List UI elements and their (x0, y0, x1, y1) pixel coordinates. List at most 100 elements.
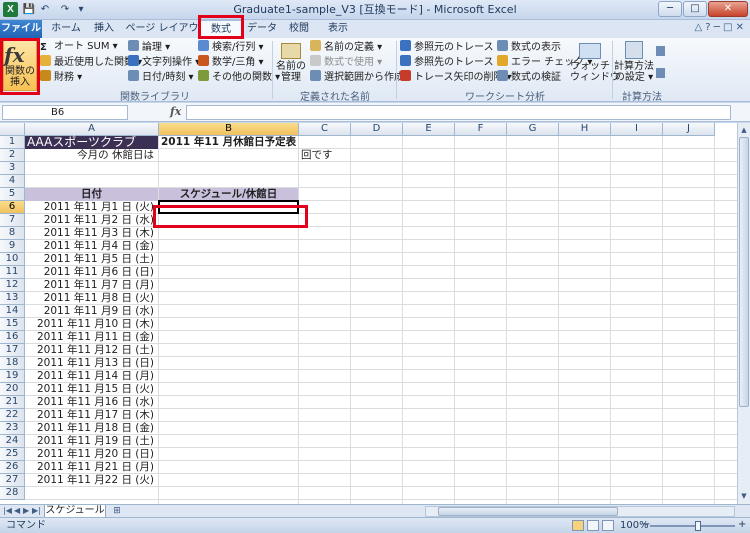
cell-a25[interactable]: 2011 年11 月20 日 (日) (25, 448, 158, 461)
last-sheet-icon[interactable]: ▶| (32, 506, 41, 515)
cell-a17[interactable]: 2011 年11 月12 日 (土) (25, 344, 158, 357)
row-header-10[interactable]: 10 (0, 253, 25, 266)
remove-arrows-button[interactable]: トレース矢印の削除 ▾ (400, 70, 512, 85)
trace-precedents-button[interactable]: 参照元のトレース (400, 40, 494, 55)
use-in-formula-button[interactable]: 数式で使用 ▾ (310, 55, 382, 70)
row-header-6[interactable]: 6 (0, 201, 25, 214)
row-header-24[interactable]: 24 (0, 435, 25, 448)
column-header-g[interactable]: G (507, 123, 559, 136)
row-header-20[interactable]: 20 (0, 383, 25, 396)
cell-a20[interactable]: 2011 年11 月15 日 (火) (25, 383, 158, 396)
row-header-2[interactable]: 2 (0, 149, 25, 162)
tab-data[interactable]: データ (244, 20, 280, 38)
row-header-25[interactable]: 25 (0, 448, 25, 461)
cell-a5[interactable]: 日付 (25, 188, 158, 201)
formula-input[interactable] (186, 105, 731, 120)
page-break-view-icon[interactable] (602, 520, 614, 531)
column-header-b[interactable]: B (159, 123, 299, 136)
close-button[interactable]: ✕ (708, 1, 748, 17)
name-box[interactable]: B6 (2, 105, 128, 120)
tab-file[interactable]: ファイル (0, 20, 42, 38)
show-formulas-button[interactable]: 数式の表示 (497, 40, 561, 55)
cell-a13[interactable]: 2011 年11 月8 日 (火) (25, 292, 158, 305)
zoom-in-button[interactable]: + (738, 517, 746, 532)
row-header-21[interactable]: 21 (0, 396, 25, 409)
tab-formulas[interactable]: 数式 (200, 20, 242, 38)
horizontal-scroll-thumb[interactable] (438, 507, 618, 516)
tab-page-layout[interactable]: ページ レイアウト (124, 20, 200, 52)
calc-sheet-icon[interactable] (656, 68, 665, 78)
first-sheet-icon[interactable]: |◀ (3, 506, 12, 515)
cell-b1[interactable]: 2011 年11 月休館日予定表 (159, 136, 309, 149)
row-header-28[interactable]: 28 (0, 487, 25, 500)
row-header-4[interactable]: 4 (0, 175, 25, 188)
prev-sheet-icon[interactable]: ◀ (14, 506, 20, 515)
cell-a6[interactable]: 2011 年11 月1 日 (火) (25, 201, 158, 214)
zoom-slider-track[interactable] (650, 525, 735, 527)
name-manager-button[interactable]: 名前の 管理 (276, 43, 306, 83)
tab-view[interactable]: 表示 (320, 20, 356, 38)
row-header-17[interactable]: 17 (0, 344, 25, 357)
cell-a8[interactable]: 2011 年11 月3 日 (木) (25, 227, 158, 240)
next-sheet-icon[interactable]: ▶ (23, 506, 29, 515)
cell-c2[interactable]: 回です (299, 149, 350, 162)
column-header-i[interactable]: I (611, 123, 663, 136)
normal-view-icon[interactable] (572, 520, 584, 531)
cell-a22[interactable]: 2011 年11 月17 日 (木) (25, 409, 158, 422)
worksheet-grid[interactable]: A B C D E F G H I J 1 2 3 4 5 6 7 8 9 10 11 12 13 14 15 16 17 18 19 2… (0, 123, 737, 504)
lookup-button[interactable]: 検索/行列 ▾ (198, 40, 264, 55)
tab-insert[interactable]: 挿入 (88, 20, 120, 38)
row-header-11[interactable]: 11 (0, 266, 25, 279)
column-header-c[interactable]: C (299, 123, 351, 136)
row-header-9[interactable]: 9 (0, 240, 25, 253)
recent-functions-button[interactable]: 最近使用した関数 ▾ (40, 55, 142, 70)
cell-a19[interactable]: 2011 年11 月14 日 (月) (25, 370, 158, 383)
cell-a26[interactable]: 2011 年11 月21 日 (月) (25, 461, 158, 474)
datetime-button[interactable]: 日付/時刻 ▾ (128, 70, 194, 85)
minimize-button[interactable]: ─ (658, 1, 682, 17)
cell-a15[interactable]: 2011 年11 月10 日 (木) (25, 318, 158, 331)
calc-options-button[interactable]: 計算方法 の設定 ▾ (614, 41, 654, 83)
active-cell-b6[interactable] (158, 200, 299, 214)
vertical-scrollbar[interactable]: ▲ ▼ (737, 123, 750, 504)
more-functions-button[interactable]: その他の関数 ▾ (198, 70, 280, 85)
cell-a23[interactable]: 2011 年11 月18 日 (金) (25, 422, 158, 435)
add-sheet-icon[interactable]: ⊞ (110, 506, 124, 517)
select-all-corner[interactable] (0, 123, 25, 136)
row-header-1[interactable]: 1 (0, 136, 25, 149)
cell-a14[interactable]: 2011 年11 月9 日 (水) (25, 305, 158, 318)
zoom-slider-knob[interactable] (695, 521, 701, 531)
column-header-f[interactable]: F (455, 123, 507, 136)
row-header-12[interactable]: 12 (0, 279, 25, 292)
financial-button[interactable]: 財務 ▾ (40, 70, 82, 85)
create-from-selection-button[interactable]: 選択範囲から作成 (310, 70, 404, 85)
horizontal-scrollbar[interactable] (425, 506, 735, 517)
cell-a27[interactable]: 2011 年11 月22 日 (火) (25, 474, 158, 487)
logical-button[interactable]: 論理 ▾ (128, 40, 170, 55)
row-header-23[interactable]: 23 (0, 422, 25, 435)
math-button[interactable]: 数学/三角 ▾ (198, 55, 264, 70)
cell-a12[interactable]: 2011 年11 月7 日 (月) (25, 279, 158, 292)
define-name-button[interactable]: 名前の定義 ▾ (310, 40, 382, 55)
scroll-down-icon[interactable]: ▼ (739, 490, 749, 502)
fx-icon[interactable]: fx (170, 105, 181, 118)
row-header-5[interactable]: 5 (0, 188, 25, 201)
text-functions-button[interactable]: 文字列操作 ▾ (128, 55, 200, 70)
tab-home[interactable]: ホーム (46, 20, 86, 38)
row-header-7[interactable]: 7 (0, 214, 25, 227)
cell-a16[interactable]: 2011 年11 月11 日 (金) (25, 331, 158, 344)
row-header-15[interactable]: 15 (0, 318, 25, 331)
column-header-j[interactable]: J (663, 123, 715, 136)
row-header-22[interactable]: 22 (0, 409, 25, 422)
calc-now-icon[interactable] (656, 46, 665, 56)
maximize-button[interactable]: □ (683, 1, 707, 17)
cell-a10[interactable]: 2011 年11 月5 日 (土) (25, 253, 158, 266)
help-icon[interactable]: △ ? ─ □ ✕ (694, 22, 744, 33)
row-header-27[interactable]: 27 (0, 474, 25, 487)
scroll-up-icon[interactable]: ▲ (739, 124, 749, 136)
row-header-3[interactable]: 3 (0, 162, 25, 175)
row-header-13[interactable]: 13 (0, 292, 25, 305)
column-header-d[interactable]: D (351, 123, 403, 136)
vertical-scroll-thumb[interactable] (739, 137, 749, 407)
row-header-26[interactable]: 26 (0, 461, 25, 474)
